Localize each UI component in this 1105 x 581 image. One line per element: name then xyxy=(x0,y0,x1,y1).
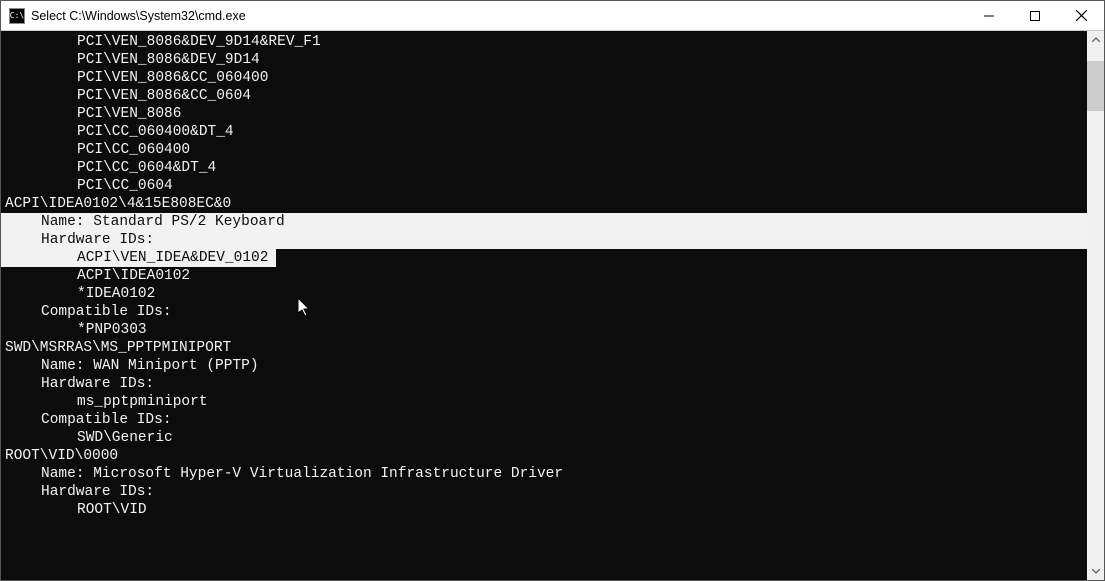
selected-text: ACPI\VEN_IDEA&DEV_0102 xyxy=(1,249,276,267)
terminal-line: Name: Standard PS/2 Keyboard xyxy=(1,213,1087,231)
terminal-line: PCI\CC_0604&DT_4 xyxy=(1,159,1087,177)
terminal-line: PCI\CC_0604 xyxy=(1,177,1087,195)
terminal-line: ACPI\IDEA0102\4&15E808EC&0 xyxy=(1,195,1087,213)
chevron-up-icon xyxy=(1092,37,1100,42)
scrollbar-thumb[interactable] xyxy=(1087,61,1104,111)
terminal-line: SWD\Generic xyxy=(1,429,1087,447)
terminal-line: ms_pptpminiport xyxy=(1,393,1087,411)
terminal-line: ROOT\VID xyxy=(1,501,1087,519)
terminal-line: PCI\VEN_8086 xyxy=(1,105,1087,123)
titlebar[interactable]: C:\ Select C:\Windows\System32\cmd.exe xyxy=(1,1,1104,31)
terminal-line: Hardware IDs: xyxy=(1,483,1087,501)
terminal-line: ACPI\IDEA0102 xyxy=(1,267,1087,285)
terminal-line: *IDEA0102 xyxy=(1,285,1087,303)
scrollbar-vertical[interactable] xyxy=(1087,31,1104,580)
terminal-line: Hardware IDs: xyxy=(1,375,1087,393)
terminal-line: SWD\MSRRAS\MS_PPTPMINIPORT xyxy=(1,339,1087,357)
terminal-line: Name: WAN Miniport (PPTP) xyxy=(1,357,1087,375)
terminal-container: PCI\VEN_8086&DEV_9D14&REV_F1PCI\VEN_8086… xyxy=(1,31,1104,580)
terminal-line: PCI\VEN_8086&CC_060400 xyxy=(1,69,1087,87)
terminal-line: PCI\CC_060400&DT_4 xyxy=(1,123,1087,141)
terminal-line-rest xyxy=(276,249,1087,267)
minimize-icon xyxy=(984,11,994,21)
terminal-line: ACPI\VEN_IDEA&DEV_0102 xyxy=(1,249,1087,267)
chevron-down-icon xyxy=(1092,569,1100,574)
window-title: Select C:\Windows\System32\cmd.exe xyxy=(31,9,966,23)
scroll-up-arrow[interactable] xyxy=(1087,31,1104,48)
terminal-line: *PNP0303 xyxy=(1,321,1087,339)
terminal-line: PCI\CC_060400 xyxy=(1,141,1087,159)
terminal-line: Hardware IDs: xyxy=(1,231,1087,249)
terminal-line: Name: Microsoft Hyper-V Virtualization I… xyxy=(1,465,1087,483)
terminal-line: PCI\VEN_8086&CC_0604 xyxy=(1,87,1087,105)
terminal-line: PCI\VEN_8086&DEV_9D14 xyxy=(1,51,1087,69)
window-controls xyxy=(966,1,1104,30)
close-button[interactable] xyxy=(1058,1,1104,30)
terminal-line: Compatible IDs: xyxy=(1,303,1087,321)
maximize-button[interactable] xyxy=(1012,1,1058,30)
maximize-icon xyxy=(1030,11,1040,21)
close-icon xyxy=(1076,10,1087,21)
terminal-line: Compatible IDs: xyxy=(1,411,1087,429)
terminal-output[interactable]: PCI\VEN_8086&DEV_9D14&REV_F1PCI\VEN_8086… xyxy=(1,31,1087,580)
cmd-icon: C:\ xyxy=(9,8,25,24)
minimize-button[interactable] xyxy=(966,1,1012,30)
scroll-down-arrow[interactable] xyxy=(1087,563,1104,580)
terminal-line: ROOT\VID\0000 xyxy=(1,447,1087,465)
terminal-line: PCI\VEN_8086&DEV_9D14&REV_F1 xyxy=(1,33,1087,51)
